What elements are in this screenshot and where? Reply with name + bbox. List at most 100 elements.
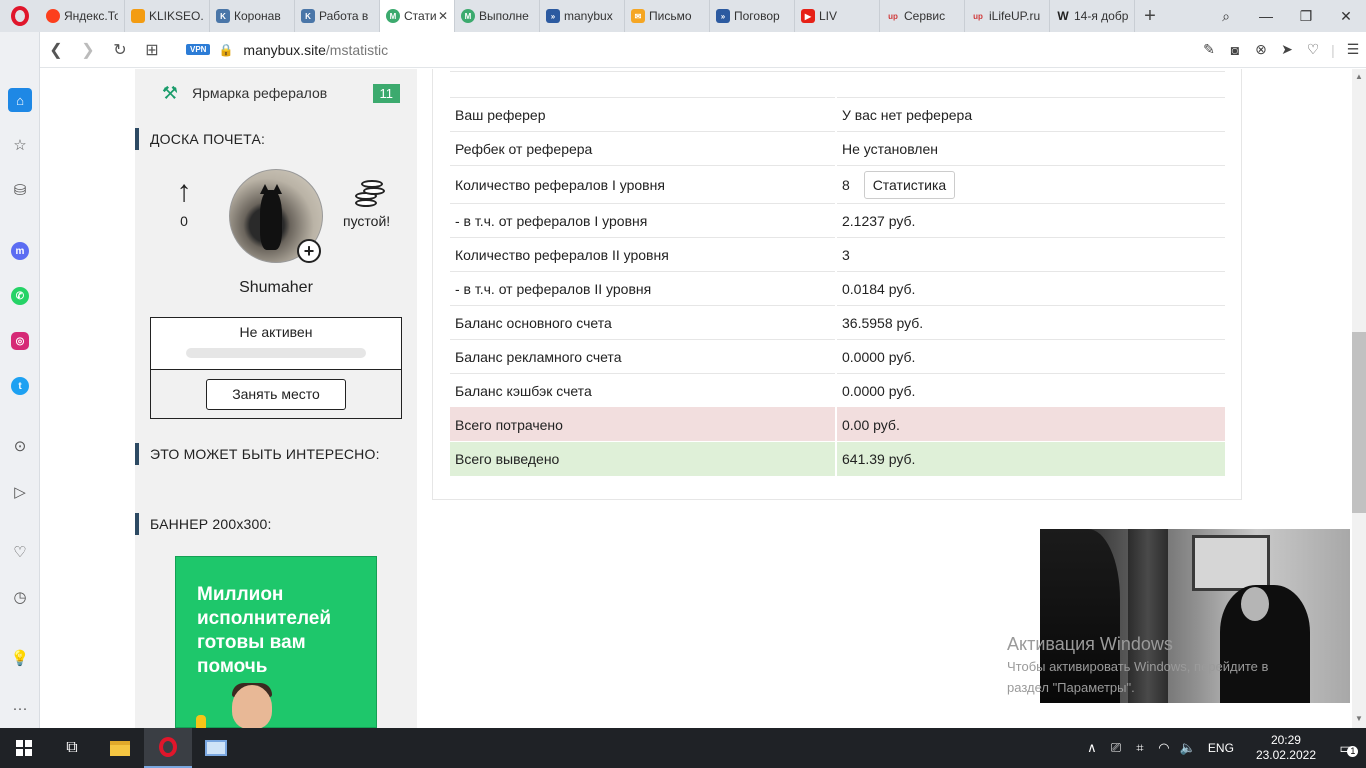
opera-sidebar: ⌂ ☆ ⛁ m ✆ ◎ t ⊙ ▷ ♡ ◷ 💡 ··· (0, 32, 40, 728)
divider: | (1331, 41, 1335, 58)
status-box-top: Не активен (151, 318, 401, 370)
take-place-button[interactable]: Занять место (206, 378, 346, 410)
task-view-icon[interactable]: ⧉ (48, 728, 96, 768)
language-indicator[interactable]: ENG (1200, 741, 1246, 755)
gavel-icon: ⚒ (161, 82, 179, 103)
row-label: - в т.ч. от рефералов I уровня (450, 203, 837, 238)
tab-wikipedia[interactable]: W 14-я добр (1050, 0, 1135, 32)
flow-send-icon[interactable]: ▷ (8, 480, 32, 504)
tab-ilifeup[interactable]: up iLifeUP.ru (965, 0, 1050, 32)
tab-youtube-live[interactable]: ▶ LIV (795, 0, 880, 32)
row-value: 2.1237 руб. (836, 203, 1225, 238)
messenger-icon[interactable]: m (8, 239, 32, 263)
ad-banner[interactable]: Миллион исполнителей готовы вам помочь (175, 556, 377, 728)
history-icon[interactable]: ◷ (8, 585, 32, 609)
home-icon[interactable]: ⌂ (8, 88, 32, 112)
row-value: 0.0000 руб. (836, 373, 1225, 408)
volume-icon[interactable]: 🔈 (1176, 728, 1200, 768)
tab-klikseo[interactable]: KLIKSEO.r (125, 0, 210, 32)
restore-button[interactable]: ❐ (1286, 0, 1326, 32)
banner-line: Миллион (197, 584, 284, 605)
manybux-ext-icon: » (546, 9, 560, 23)
vpn-badge[interactable]: VPN (186, 44, 211, 55)
scrollbar-thumb[interactable] (1352, 332, 1366, 513)
whatsapp-icon[interactable]: ✆ (8, 284, 32, 308)
twitter-icon[interactable]: t (8, 374, 32, 398)
tab-label: LIV (819, 9, 838, 23)
tab-vk-coronavirus[interactable]: K Коронав (210, 0, 295, 32)
wifi-icon[interactable]: ◠ (1152, 728, 1176, 768)
shopping-bag-icon[interactable]: ⛁ (8, 178, 32, 202)
page-scrollbar[interactable]: ▲ ▼ (1352, 69, 1366, 728)
start-button[interactable] (0, 728, 48, 768)
banner-line: исполнителей (197, 608, 332, 629)
windows-activation-watermark: Активация Windows Чтобы активировать Win… (1007, 632, 1337, 698)
statistics-panel: Ваш реферер У вас нет реферера Рефбек от… (432, 69, 1242, 500)
arrow-up-icon[interactable]: ↑ (173, 177, 195, 207)
banner-person-face (232, 685, 272, 728)
bookmarks-icon[interactable]: ☆ (8, 133, 32, 157)
lock-icon[interactable]: 🔒 (218, 43, 233, 57)
file-explorer-icon[interactable] (96, 728, 144, 768)
camera-icon[interactable]: ◙ (1222, 32, 1248, 68)
opera-taskbar-icon[interactable] (144, 728, 192, 768)
banner-title: БАННЕР 200x300: (135, 513, 272, 535)
close-window-button[interactable]: ✕ (1326, 0, 1366, 32)
interesting-title: ЭТО МОЖЕТ БЫТЬ ИНТЕРЕСНО: (135, 443, 380, 465)
player-icon[interactable]: ⊙ (8, 434, 32, 458)
forward-button[interactable]: ❯ (72, 32, 104, 68)
row-value: 641.39 руб. (836, 441, 1225, 476)
tab-vk-work[interactable]: K Работа в (295, 0, 380, 32)
honor-status-box: Не активен Занять место (150, 317, 402, 419)
referral-fair-label: Ярмарка рефералов (192, 85, 328, 101)
tab-label: iLifeUP.ru (989, 9, 1041, 23)
remote-desktop-icon[interactable] (192, 728, 240, 768)
scroll-down-icon[interactable]: ▼ (1355, 714, 1363, 723)
tab-talk[interactable]: » Поговор (710, 0, 795, 32)
row-label: - в т.ч. от рефералов II уровня (450, 271, 837, 306)
edit-icon[interactable]: ✎ (1196, 32, 1222, 68)
tab-mail[interactable]: ✉ Письмо (625, 0, 710, 32)
tab-tasks[interactable]: M Выполне (455, 0, 540, 32)
window-controls: ⌕ — ❐ ✕ (1206, 0, 1366, 32)
opera-menu-icon[interactable] (0, 0, 40, 32)
clock[interactable]: 20:29 23.02.2022 (1246, 733, 1326, 763)
statistics-button[interactable]: Статистика (863, 170, 956, 199)
honor-up-count: 0 (180, 213, 188, 229)
username: Shumaher (239, 279, 313, 296)
referral-fair-link[interactable]: ⚒ Ярмарка рефералов 11 (160, 81, 400, 105)
add-icon[interactable]: + (297, 239, 321, 263)
tab-label: Яндекс.То (64, 9, 118, 23)
meet-now-icon[interactable]: ⎚ (1104, 728, 1128, 768)
adblock-icon[interactable]: ⊗ (1248, 32, 1274, 68)
tabs-overview-button[interactable]: ⊞ (136, 32, 168, 68)
send-icon[interactable]: ➤ (1274, 32, 1300, 68)
page-gutter (40, 69, 135, 728)
pinboard-heart-icon[interactable]: ♡ (8, 540, 32, 564)
back-button[interactable]: ❮ (40, 32, 72, 68)
new-tab-button[interactable]: + (1135, 0, 1165, 32)
chevron-up-icon[interactable]: ∧ (1080, 728, 1104, 768)
url-host[interactable]: manybux.site (243, 42, 325, 58)
tab-service[interactable]: up Сервис (880, 0, 965, 32)
minimize-button[interactable]: — (1246, 0, 1286, 32)
reload-button[interactable]: ↻ (104, 32, 136, 68)
scroll-up-icon[interactable]: ▲ (1355, 72, 1363, 81)
search-tabs-icon[interactable]: ⌕ (1206, 0, 1246, 32)
notification-center-icon[interactable]: ▭ 1 (1326, 728, 1366, 768)
instagram-icon[interactable]: ◎ (8, 329, 32, 353)
heart-icon[interactable]: ♡ (1300, 32, 1326, 68)
tab-yandex[interactable]: Яндекс.То (40, 0, 125, 32)
row-label: Ваш реферер (450, 97, 837, 132)
more-icon[interactable]: ··· (8, 696, 32, 720)
url-path[interactable]: /mstatistic (326, 42, 388, 58)
close-tab-icon[interactable]: ✕ (438, 9, 448, 23)
thumbs-up-icon (196, 715, 206, 728)
table-row: Баланс кэшбэк счета 0.0000 руб. (450, 373, 1225, 408)
tab-manybux[interactable]: » manybux (540, 0, 625, 32)
tab-statistics[interactable]: M Стати ✕ (380, 0, 455, 32)
touchpad-icon[interactable]: ⌗ (1128, 728, 1152, 768)
status-progress-bar (186, 348, 366, 358)
tips-lightbulb-icon[interactable]: 💡 (8, 646, 32, 670)
easy-setup-icon[interactable]: ☰ (1340, 32, 1366, 68)
